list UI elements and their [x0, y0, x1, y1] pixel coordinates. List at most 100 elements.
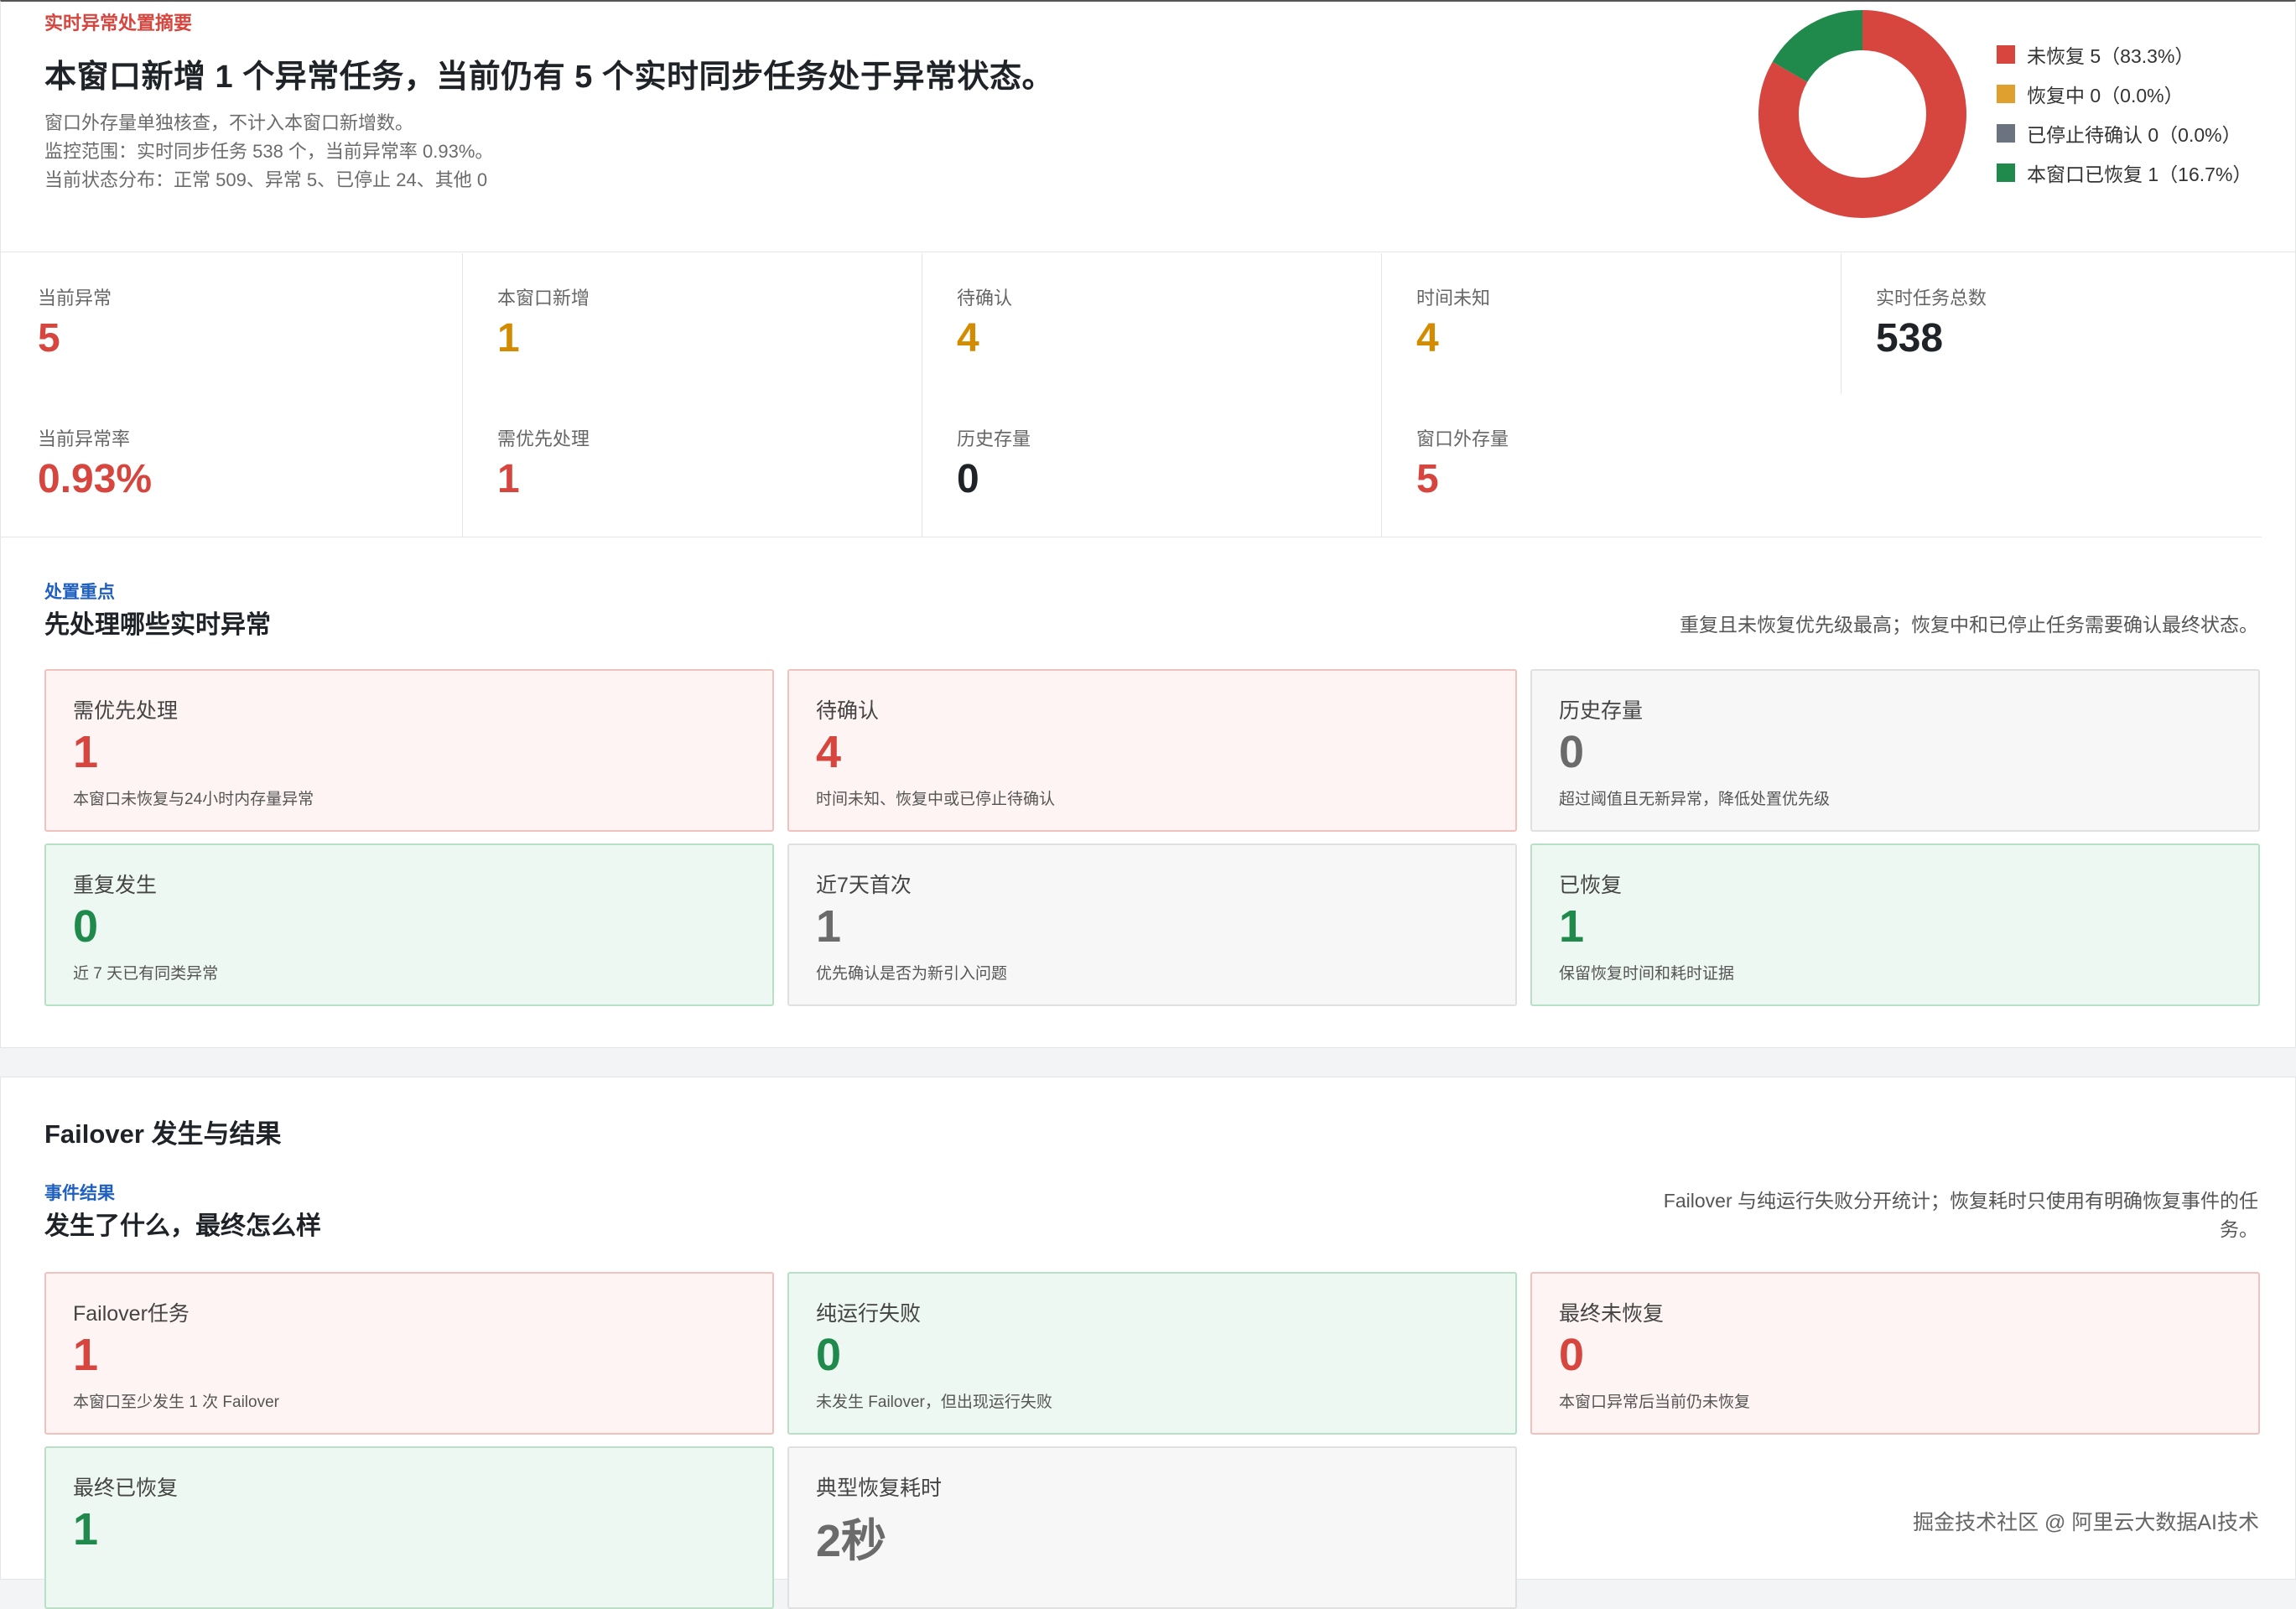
card-value: 0 [1559, 1330, 1585, 1380]
card-value: 0 [1559, 727, 1585, 777]
metric-value: 538 [1876, 316, 1944, 361]
metric-value: 1 [497, 457, 520, 501]
metric-window-new: 本窗口新增 1 [497, 283, 590, 361]
sub-line: 窗口外存量单独核查，不计入本窗口新增数。 [44, 112, 414, 133]
card-failover-tasks[interactable]: Failover任务 1 本窗口至少发生 1 次 Failover [44, 1272, 774, 1435]
divider [1381, 253, 1382, 537]
failover-panel: Failover 发生与结果 事件结果 发生了什么，最终怎么样 Failover… [0, 1077, 2296, 1609]
card-recovered[interactable]: 已恢复 1 保留恢复时间和耗时证据 [1530, 843, 2260, 1006]
card-first-in-7-days[interactable]: 近7天首次 1 优先确认是否为新引入问题 [787, 843, 1517, 1006]
card-label: 最终已恢复 [73, 1477, 179, 1500]
metric-needs-priority: 需优先处理 1 [497, 424, 590, 502]
legend-label: 本窗口已恢复 1（16.7%） [2027, 163, 2252, 185]
card-needs-priority[interactable]: 需优先处理 1 本窗口未恢复与24小时内存量异常 [44, 669, 774, 832]
metric-label: 时间未知 [1416, 288, 1491, 309]
metric-value: 4 [1416, 316, 1439, 361]
card-value: 2秒 [816, 1516, 887, 1566]
card-label: 典型恢复耗时 [816, 1477, 943, 1500]
card-desc: 保留恢复时间和耗时证据 [1559, 965, 1735, 983]
priority-note: 重复且未恢复优先级最高；恢复中和已停止任务需要确认最终状态。 [1680, 614, 2258, 636]
metric-label: 待确认 [957, 288, 1013, 309]
legend-swatch [1997, 124, 2015, 143]
card-pending-confirm[interactable]: 待确认 4 时间未知、恢复中或已停止待确认 [787, 669, 1517, 832]
status-donut-chart [1758, 10, 1966, 218]
metric-value: 5 [38, 316, 60, 361]
anomaly-summary-panel: 实时异常处置摘要 本窗口新增 1 个异常任务，当前仍有 5 个实时同步任务处于异… [0, 0, 2296, 1048]
card-repeated[interactable]: 重复发生 0 近 7 天已有同类异常 [44, 843, 774, 1006]
legend-label: 未恢复 5（83.3%） [2027, 45, 2195, 67]
metric-label: 当前异常率 [38, 428, 131, 449]
summary-headline: 本窗口新增 1 个异常任务，当前仍有 5 个实时同步任务处于异常状态。 [44, 60, 1055, 95]
card-desc: 超过阈值且无新异常，降低处置优先级 [1559, 791, 1831, 808]
legend-unrecovered: 未恢复 5（83.3%） [1997, 40, 2194, 69]
card-desc: 未发生 Failover，但出现运行失败 [816, 1394, 1052, 1411]
metric-label: 窗口外存量 [1416, 428, 1509, 449]
card-historical-stock[interactable]: 历史存量 0 超过阈值且无新异常，降低处置优先级 [1530, 669, 2260, 832]
metric-label: 实时任务总数 [1876, 288, 1987, 309]
metric-anomaly-rate: 当前异常率 0.93% [38, 424, 152, 502]
legend-swatch [1997, 163, 2015, 182]
metric-label: 本窗口新增 [497, 288, 590, 309]
card-desc: 本窗口异常后当前仍未恢复 [1559, 1394, 1751, 1411]
card-final-recovered[interactable]: 最终已恢复 1 [44, 1446, 774, 1609]
card-desc: 本窗口未恢复与24小时内存量异常 [73, 791, 314, 808]
divider [462, 253, 463, 537]
card-label: 已恢复 [1559, 874, 1623, 897]
card-label: 需优先处理 [73, 699, 179, 723]
metric-outside-window: 窗口外存量 5 [1416, 424, 1509, 502]
failover-note-line: 务。 [2220, 1218, 2258, 1240]
legend-stopped-pending: 已停止待确认 0（0.0%） [1997, 119, 2241, 148]
watermark: 掘金技术社区 @ 阿里云大数据AI技术 [1913, 1511, 2259, 1534]
failover-eyebrow: 事件结果 [44, 1184, 115, 1203]
donut-segments [1758, 10, 1966, 218]
legend-label: 已停止待确认 0（0.0%） [2027, 124, 2241, 146]
legend-label: 恢复中 0（0.0%） [2027, 85, 2184, 106]
metric-value: 5 [1416, 457, 1439, 501]
metric-total-tasks: 实时任务总数 538 [1876, 283, 1987, 361]
card-label: 待确认 [816, 699, 880, 723]
legend-recovering: 恢复中 0（0.0%） [1997, 80, 2184, 108]
summary-eyebrow: 实时异常处置摘要 [44, 13, 193, 34]
failover-title: 发生了什么，最终怎么样 [44, 1212, 321, 1240]
failover-note-line: Failover 与纯运行失败分开统计；恢复耗时只使用有明确恢复事件的任 [1663, 1190, 2258, 1212]
card-value: 1 [1559, 901, 1585, 952]
metric-label: 当前异常 [38, 288, 112, 309]
card-label: 最终未恢复 [1559, 1302, 1665, 1326]
card-desc: 近 7 天已有同类异常 [73, 965, 219, 983]
legend-recovered: 本窗口已恢复 1（16.7%） [1997, 158, 2252, 187]
card-value: 0 [816, 1330, 842, 1380]
card-typical-recovery-time[interactable]: 典型恢复耗时 2秒 [787, 1446, 1517, 1609]
metric-current-anomaly: 当前异常 5 [38, 283, 112, 361]
metric-value: 0 [957, 457, 979, 501]
card-value: 1 [73, 1504, 99, 1555]
card-label: 重复发生 [73, 874, 158, 897]
card-value: 1 [816, 901, 842, 952]
metric-label: 需优先处理 [497, 428, 590, 449]
summary-subtext: 窗口外存量单独核查，不计入本窗口新增数。 监控范围：实时同步任务 538 个，当… [44, 109, 493, 195]
legend-swatch [1997, 85, 2015, 103]
sub-line: 监控范围：实时同步任务 538 个，当前异常率 0.93%。 [44, 141, 494, 162]
metric-value: 1 [497, 316, 520, 361]
metric-value: 4 [957, 316, 979, 361]
card-label: 纯运行失败 [816, 1302, 922, 1326]
failover-section-title: Failover 发生与结果 [44, 1119, 282, 1149]
card-label: 历史存量 [1559, 699, 1644, 723]
card-value: 4 [816, 727, 842, 777]
card-final-unrecovered[interactable]: 最终未恢复 0 本窗口异常后当前仍未恢复 [1530, 1272, 2260, 1435]
priority-title: 先处理哪些实时异常 [44, 611, 271, 639]
card-value: 0 [73, 901, 99, 952]
metric-value: 0.93% [38, 457, 153, 501]
failover-note: Failover 与纯运行失败分开统计；恢复耗时只使用有明确恢复事件的任 务。 [1664, 1186, 2258, 1243]
metric-time-unknown: 时间未知 4 [1416, 283, 1490, 361]
legend-swatch [1997, 45, 2015, 64]
metric-label: 历史存量 [957, 428, 1031, 449]
card-value: 1 [73, 1330, 99, 1380]
card-desc: 优先确认是否为新引入问题 [816, 965, 1008, 983]
card-pure-run-failure[interactable]: 纯运行失败 0 未发生 Failover，但出现运行失败 [787, 1272, 1517, 1435]
sub-line: 当前状态分布：正常 509、异常 5、已停止 24、其他 0 [44, 169, 488, 190]
card-label: 近7天首次 [816, 874, 912, 897]
metric-historical-stock: 历史存量 0 [957, 424, 1031, 502]
card-desc: 时间未知、恢复中或已停止待确认 [816, 791, 1056, 808]
card-desc: 本窗口至少发生 1 次 Failover [73, 1394, 279, 1411]
card-label: Failover任务 [73, 1302, 190, 1326]
